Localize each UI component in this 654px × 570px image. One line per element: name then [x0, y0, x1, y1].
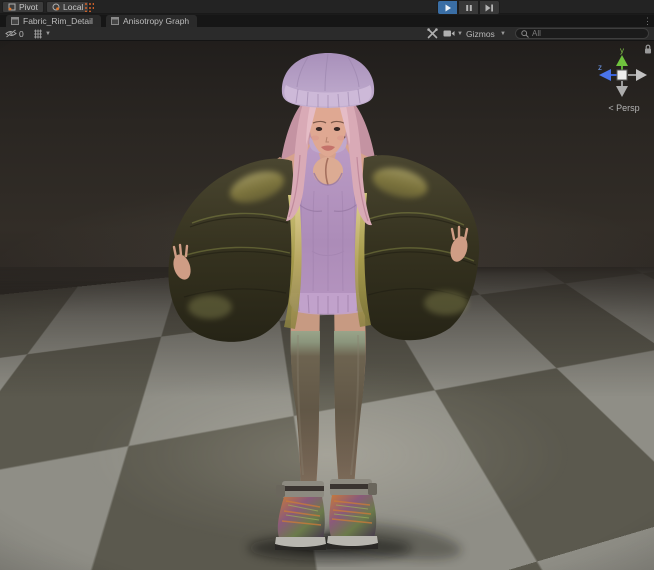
window-tab-icon [111, 17, 119, 25]
left-boot [275, 481, 326, 550]
orientation-gizmo[interactable]: y z [594, 45, 650, 103]
play-button[interactable] [437, 0, 458, 15]
gizmos-dropdown[interactable]: Gizmos [466, 27, 495, 40]
y-axis-cone[interactable] [616, 55, 628, 66]
beanie-hat [281, 53, 375, 108]
z-axis-label: z [598, 63, 602, 72]
y-axis-label: y [620, 46, 624, 55]
tab-bar: Fabric_Rim_Detail Anisotropy Graph ⋮ [0, 15, 654, 27]
local-toggle-button[interactable]: Local [46, 1, 90, 13]
scene-tools-button[interactable] [427, 27, 438, 40]
hidden-count: 0 [19, 28, 24, 39]
tab-options-menu-icon[interactable]: ⋮ [643, 15, 652, 27]
pause-icon [465, 4, 472, 11]
main-toolbar: Pivot Local [0, 0, 654, 15]
right-boot [327, 479, 378, 549]
step-button[interactable] [479, 0, 500, 15]
chevron-down-icon: ▼ [457, 30, 463, 37]
local-label: Local [63, 2, 84, 12]
pivot-icon [8, 3, 16, 11]
pivot-toggle-button[interactable]: Pivot [2, 1, 44, 13]
scene-search[interactable] [515, 28, 649, 39]
gizmos-label: Gizmos [466, 28, 495, 39]
search-icon [521, 29, 529, 38]
camera-icon [443, 30, 455, 37]
scene-viewport[interactable]: y z < Persp [0, 41, 654, 570]
scene-visibility-toggle[interactable]: 0 [5, 27, 24, 40]
gizmos-dropdown-arrow[interactable]: ▼ [500, 27, 506, 40]
pivot-label: Pivot [19, 2, 38, 12]
eye-hidden-icon [5, 29, 17, 38]
play-icon [445, 4, 451, 11]
lock-icon[interactable] [644, 44, 652, 54]
tab-label: Fabric_Rim_Detail [23, 16, 93, 26]
tools-icon [427, 28, 438, 39]
scene-search-input[interactable] [532, 29, 643, 38]
tab-anisotropy-graph[interactable]: Anisotropy Graph [106, 15, 198, 27]
x-axis-cone[interactable] [636, 69, 647, 81]
legs [290, 303, 366, 489]
character-model[interactable] [162, 45, 492, 567]
tab-fabric-rim-detail[interactable]: Fabric_Rim_Detail [6, 15, 101, 27]
chevron-down-icon: ▼ [500, 30, 506, 37]
tab-label: Anisotropy Graph [123, 16, 190, 26]
grid-visibility-toggle[interactable]: ▼ [33, 27, 51, 40]
gizmo-center-cube[interactable] [616, 69, 628, 81]
chevron-down-icon: ▼ [45, 30, 51, 37]
step-icon [485, 4, 493, 11]
grid-icon [34, 29, 42, 38]
down-axis-cone[interactable] [616, 86, 628, 97]
scene-toolbar: 0 ▼ ▼ Gizmos ▼ All [0, 27, 654, 41]
grid-snap-icon[interactable] [84, 2, 94, 12]
pause-button[interactable] [458, 0, 479, 15]
unity-editor-window: Pivot Local Fabric_Rim_Detail Anisotropy… [0, 0, 654, 570]
local-icon [52, 3, 60, 11]
window-tab-icon [11, 17, 19, 25]
scene-camera-settings[interactable]: ▼ [443, 27, 463, 40]
projection-mode-label[interactable]: < Persp [596, 103, 652, 113]
play-mode-controls [437, 0, 500, 15]
